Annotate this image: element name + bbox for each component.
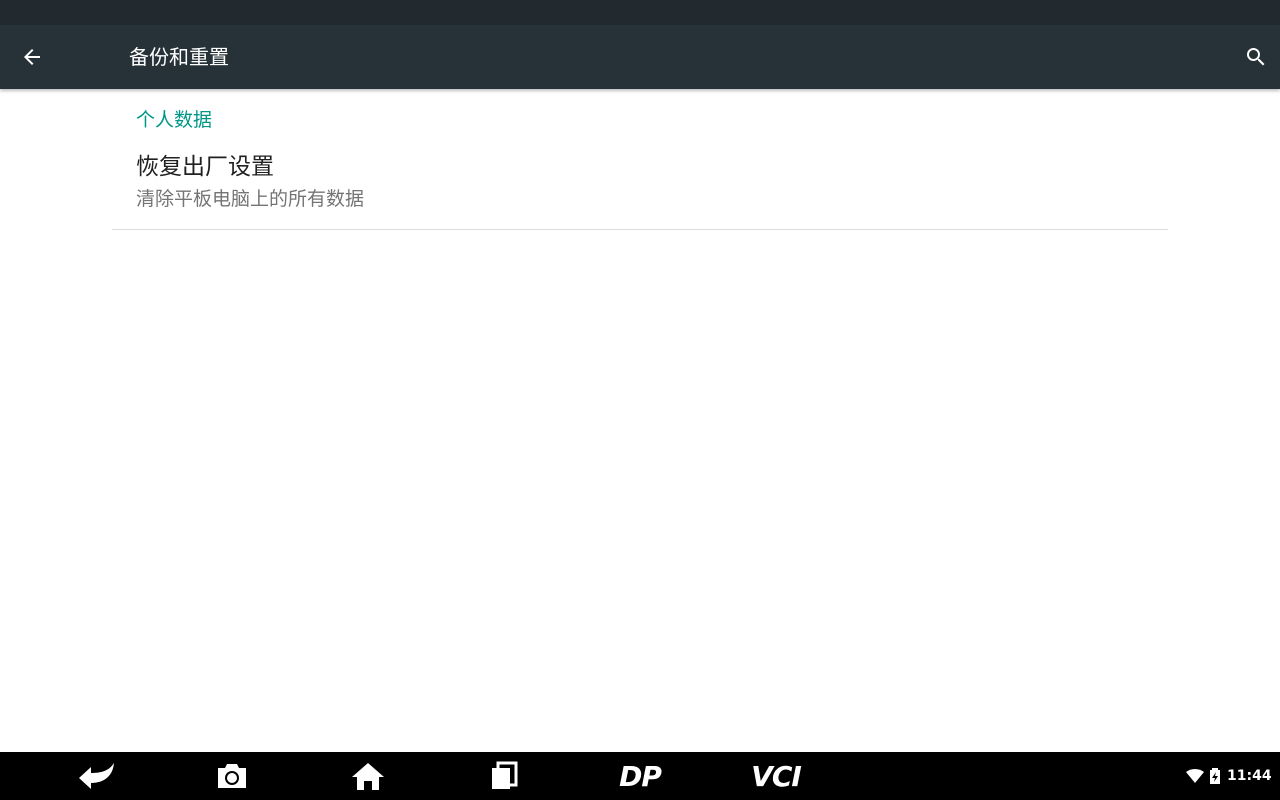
nav-home-button[interactable] — [333, 752, 403, 800]
back-button[interactable] — [12, 37, 52, 77]
search-button[interactable] — [1236, 37, 1276, 77]
wifi-icon — [1186, 769, 1204, 783]
arrow-back-icon — [24, 49, 40, 65]
navigation-bar: DP VCI 11:44 — [0, 752, 1280, 800]
home-icon — [352, 763, 384, 790]
section-header-personal-data: 个人数据 — [136, 109, 213, 131]
factory-reset-item[interactable]: 恢复出厂设置 清除平板电脑上的所有数据 — [112, 141, 1168, 229]
page-title: 备份和重置 — [129, 45, 229, 69]
nav-dp-button[interactable]: DP — [604, 752, 676, 800]
camera-icon — [218, 764, 246, 788]
pref-summary: 清除平板电脑上的所有数据 — [136, 188, 365, 210]
nav-recents-button[interactable] — [469, 752, 539, 800]
dp-label: DP — [619, 759, 662, 793]
back-arrow-icon — [79, 763, 114, 789]
recent-apps-icon — [492, 761, 518, 789]
app-bar: 备份和重置 — [0, 25, 1280, 89]
system-status: 11:44 — [1186, 766, 1272, 786]
vci-label: VCI — [751, 759, 802, 793]
search-icon — [1247, 48, 1265, 66]
status-bar — [0, 0, 1280, 25]
nav-screenshot-button[interactable] — [197, 752, 267, 800]
battery-charging-icon — [1210, 768, 1220, 784]
clock: 11:44 — [1227, 768, 1272, 784]
divider — [112, 229, 1168, 230]
pref-title: 恢复出厂设置 — [136, 154, 274, 180]
nav-back-button[interactable] — [62, 752, 132, 800]
nav-vci-button[interactable]: VCI — [740, 752, 812, 800]
